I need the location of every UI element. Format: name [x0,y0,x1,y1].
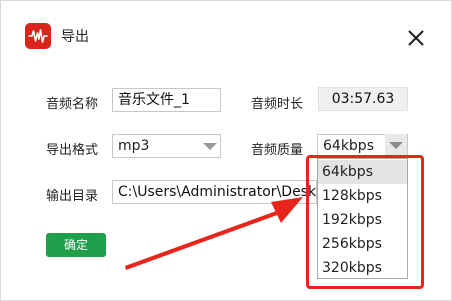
quality-option[interactable]: 320kbps [318,256,407,280]
audio-quality-label: 音频质量 [251,143,304,158]
export-format-value: mp3 [118,138,150,154]
quality-option[interactable]: 256kbps [318,232,407,256]
export-dialog: 导出 音频名称 音乐文件_1 音频时长 03:57.63 导出格式 mp3 音频… [0,0,452,301]
export-format-select[interactable]: mp3 [112,134,221,158]
export-format-label: 导出格式 [46,143,99,158]
quality-option[interactable]: 128kbps [318,184,407,208]
audio-quality-select[interactable]: 64kbps [317,134,408,158]
quality-dropdown-list: 64kbps 128kbps 192kbps 256kbps 320kbps [317,158,408,279]
audio-duration-label: 音频时长 [251,97,304,112]
dialog-title: 导出 [61,29,89,45]
audio-name-input[interactable]: 音乐文件_1 [112,88,221,112]
audio-name-label: 音频名称 [46,97,99,112]
chevron-down-icon [385,134,407,158]
output-directory-label: 输出目录 [46,189,99,204]
title-bar: 导出 [1,1,451,61]
close-icon[interactable] [405,27,427,49]
output-directory-input[interactable]: C:\Users\Administrator\Desktop [112,180,317,204]
audio-duration-value: 03:57.63 [318,87,408,111]
ok-button[interactable]: 确定 [46,233,106,257]
audio-waveform-icon [25,23,51,49]
quality-option[interactable]: 192kbps [318,208,407,232]
chevron-down-icon [203,143,217,150]
quality-option[interactable]: 64kbps [318,160,407,184]
audio-quality-value: 64kbps [323,138,374,154]
